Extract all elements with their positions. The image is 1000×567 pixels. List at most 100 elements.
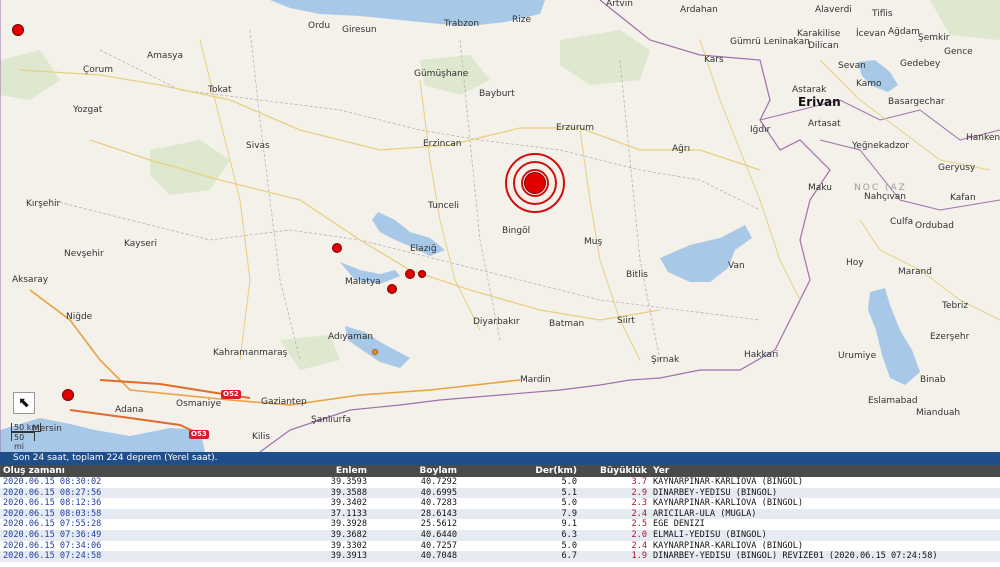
table-row[interactable]: 2020.06.15 08:12:36 39.3402 40.7283 5.0 2.3 K… — [0, 498, 1000, 509]
earthquake-list-header: Son 24 saat, toplam 224 deprem (Yerel sa… — [0, 452, 1000, 465]
table-row[interactable]: 2020.06.15 08:27:56 39.3588 40.6995 5.1 2.9 D… — [0, 487, 1000, 499]
earthquake-marker[interactable] — [62, 389, 74, 401]
earthquake-marker[interactable] — [332, 243, 342, 253]
earthquake-marker[interactable] — [387, 284, 397, 294]
cell-location: ELMALI-YEDISU (BINGOL) — [653, 529, 767, 540]
cell-lat: 39.3402 — [330, 498, 367, 509]
cell-lat: 39.3913 — [330, 551, 367, 562]
city-label: Iğdır — [750, 125, 771, 135]
cell-lon: 25.5612 — [420, 519, 457, 530]
table-row[interactable]: 2020.06.15 08:30:02 39.3593 40.7292 5.0 3.7 K… — [0, 477, 1000, 488]
cell-magnitude: 2.4 — [631, 508, 647, 519]
city-label: Gümrü Leninakan — [730, 37, 810, 47]
cell-location: ARICILAR-ULA (MUGLA) — [653, 508, 757, 519]
city-label: Bingöl — [502, 226, 531, 236]
city-label: Hanken — [966, 133, 1000, 143]
arrow-up-left-icon: ⬉ — [18, 395, 30, 411]
table-row[interactable]: 2020.06.15 07:24:58 39.3913 40.7048 6.7 1.9 D… — [0, 551, 1000, 562]
city-label: Kafan — [950, 193, 976, 203]
scale-mi: 50 mi — [11, 432, 35, 451]
city-label: Alaverdi — [815, 5, 852, 15]
city-label: Ezerşehr — [930, 332, 970, 342]
cell-depth: 5.0 — [561, 498, 577, 509]
city-label: Gence — [944, 47, 973, 57]
earthquake-marker[interactable] — [418, 270, 426, 278]
table-row[interactable]: 2020.06.15 07:55:28 39.3928 25.5612 9.1 2.5 E… — [0, 519, 1000, 530]
city-label: Tunceli — [428, 201, 460, 211]
city-label: Erzincan — [423, 139, 462, 149]
cell-time: 2020.06.15 07:34:06 — [3, 540, 102, 551]
col-location[interactable]: Yer — [650, 465, 1000, 477]
city-label: Ordubad — [915, 221, 954, 231]
cell-lon: 40.6440 — [420, 529, 457, 540]
city-label: Dilican — [808, 41, 839, 51]
city-label: Rize — [512, 15, 532, 25]
city-label: İcevan — [856, 29, 886, 39]
city-label: Bitlis — [626, 270, 648, 280]
city-label: Kamo — [856, 79, 882, 89]
cell-lat: 39.3302 — [330, 540, 367, 551]
cell-time: 2020.06.15 07:24:58 — [3, 551, 102, 562]
cell-depth: 5.0 — [561, 540, 577, 551]
cell-magnitude: 1.9 — [631, 551, 647, 562]
earthquake-map[interactable]: Ordu Giresun Trabzon Rize Artvin Ardahan Alave… — [0, 0, 1000, 452]
city-label: Elazığ — [410, 244, 437, 254]
cell-time: 2020.06.15 08:27:56 — [3, 487, 102, 498]
city-label: Sivas — [246, 141, 270, 151]
city-label: Hoy — [846, 258, 864, 268]
col-time[interactable]: Oluş zamanı — [0, 465, 150, 477]
cell-lat: 39.3682 — [330, 529, 367, 540]
cell-lat: 39.3588 — [330, 487, 367, 498]
cell-depth: 5.1 — [561, 487, 577, 498]
city-label: Malatya — [345, 277, 381, 287]
col-lon[interactable]: Boylam — [370, 465, 460, 477]
city-label: Gedebey — [900, 59, 941, 69]
city-label: Ardahan — [680, 5, 718, 15]
col-magnitude[interactable]: Büyüklük — [580, 465, 650, 477]
city-label: Bayburt — [479, 89, 515, 99]
city-label: Geryusy — [938, 163, 976, 173]
table-row[interactable]: 2020.06.15 07:34:06 39.3302 40.7257 5.0 2.4 K… — [0, 540, 1000, 552]
city-label: Culfa — [890, 217, 914, 227]
city-label: Gümüşhane — [414, 69, 469, 79]
city-label: Çorum — [83, 65, 113, 75]
city-label: Karakilise — [797, 29, 841, 39]
cell-location: DINARBEY-YEDISU (BINGOL) — [653, 487, 778, 498]
table-row[interactable]: 2020.06.15 07:36:49 39.3682 40.6440 6.3 2.0 E… — [0, 529, 1000, 541]
city-label: Amasya — [147, 51, 183, 61]
city-label: Mardin — [520, 375, 551, 385]
cell-lon: 40.7292 — [420, 477, 457, 487]
city-label: Şanlıurfa — [311, 415, 352, 425]
earthquake-table: Oluş zamanı Enlem Boylam Der(km) Büyüklü… — [0, 465, 1000, 562]
earthquake-marker[interactable] — [372, 349, 378, 355]
city-label: Siirt — [617, 316, 635, 326]
cell-depth: 6.7 — [561, 551, 577, 562]
city-label: Adıyaman — [328, 332, 374, 342]
map-scale: 50 km 50 mi — [11, 423, 41, 451]
city-label: Kırşehir — [26, 199, 61, 209]
city-label: Giresun — [342, 25, 377, 35]
major-earthquake-marker[interactable] — [524, 172, 546, 194]
city-label: Basargechar — [888, 97, 945, 107]
earthquake-marker[interactable] — [405, 269, 415, 279]
expand-map-button[interactable]: ⬉ — [13, 392, 35, 414]
city-label: Nahçıvan — [864, 192, 906, 202]
city-label: Binab — [920, 375, 946, 385]
city-label: Artasat — [808, 119, 841, 129]
earthquake-marker[interactable] — [12, 24, 24, 36]
city-label: Tokat — [208, 85, 232, 95]
city-label: Şemkir — [918, 33, 950, 43]
city-label: Van — [728, 261, 745, 271]
cell-depth: 5.0 — [561, 477, 577, 487]
cell-magnitude: 2.0 — [631, 529, 647, 540]
city-label: Adana — [115, 405, 144, 415]
cell-location: KAYNARPINAR-KARLIOVA (BINGOL) — [653, 498, 804, 509]
city-label: Urumiye — [838, 351, 877, 361]
cell-depth: 9.1 — [561, 519, 577, 530]
col-lat[interactable]: Enlem — [150, 465, 370, 477]
city-label: Hakkari — [744, 350, 779, 360]
cell-lon: 40.7048 — [420, 551, 457, 562]
city-label: Gaziantep — [261, 397, 307, 407]
col-depth[interactable]: Der(km) — [460, 465, 580, 477]
table-row[interactable]: 2020.06.15 08:03:58 37.1133 28.6143 7.9 2.4 A… — [0, 508, 1000, 520]
